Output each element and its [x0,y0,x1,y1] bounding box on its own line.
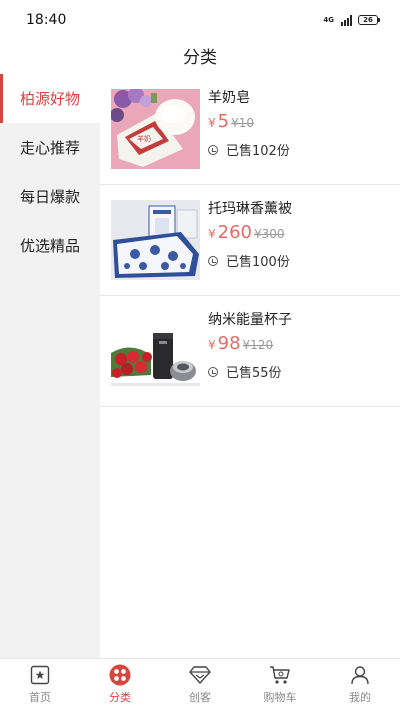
original-price: ¥120 [242,338,274,352]
sold-row: 已售102份 [208,140,290,159]
nav-label: 创客 [189,691,211,704]
price-row: ¥ 98 ¥120 [208,333,273,354]
product-name: 托玛琳香薰被 [208,201,292,217]
original-price: ¥300 [254,227,285,241]
page-header: 分类 [0,40,400,70]
sidebar-item-daily-hot[interactable]: 每日爆款 [0,172,100,221]
sold-count: 已售102份 [226,144,290,159]
currency-symbol: ¥ [208,116,216,130]
price-row: ¥ 260 ¥300 [208,222,285,243]
nav-item-category[interactable]: 分类 [80,659,160,711]
currency-symbol: ¥ [208,227,216,241]
category-sidebar: 柏源好物 走心推荐 每日爆款 优选精品 [0,74,100,658]
product-price: 260 [217,222,252,243]
product-name: 纳米能量杯子 [208,312,292,328]
nav-item-cart[interactable]: 购物车 [240,659,320,711]
nav-label: 我的 [349,691,371,704]
goat-milk-soap-image[interactable]: 羊奶 [111,89,200,169]
product-card[interactable]: 纳米能量杯子 ¥ 98 ¥120 已售55份 [100,296,400,407]
product-card[interactable]: 托玛琳香薰被 ¥ 260 ¥300 已售100份 [100,185,400,296]
product-price: 5 [217,111,230,132]
page-title: 分类 [183,47,217,68]
price-row: ¥ 5 ¥10 [208,111,254,132]
home-icon [29,664,51,686]
battery-icon: 26 [358,15,380,25]
signal-icon [341,14,352,26]
battery-level: 26 [363,16,373,24]
product-list: 羊奶 羊奶皂 ¥ 5 ¥10 已售102份 托玛琳香薰被 ¥ 260 ¥300 … [100,74,400,658]
maker-diamond-icon [189,664,211,686]
nav-item-maker[interactable]: 创客 [160,659,240,711]
product-price: 98 [217,333,241,354]
nav-label: 购物车 [263,691,297,704]
sidebar-item-label: 柏源好物 [20,90,81,108]
status-bar: 18:40 4G 26 [0,0,400,40]
clock-icon [208,144,218,155]
profile-icon [349,664,371,686]
sidebar-item-heartfelt-picks[interactable]: 走心推荐 [0,123,100,172]
clock-icon [208,255,218,266]
nav-label: 首页 [29,691,51,704]
sold-count: 已售100份 [226,255,290,270]
status-time: 18:40 [26,12,67,28]
sidebar-item-premium-selection[interactable]: 优选精品 [0,221,100,270]
currency-symbol: ¥ [208,338,216,352]
original-price: ¥10 [231,116,254,130]
status-indicators: 4G 26 [323,14,380,26]
cart-icon [269,664,291,686]
nav-label: 分类 [109,691,131,704]
nav-item-profile[interactable]: 我的 [320,659,400,711]
sidebar-item-label: 走心推荐 [20,139,81,157]
sold-row: 已售55份 [208,362,282,381]
svg-text:羊奶: 羊奶 [137,134,151,143]
product-name: 羊奶皂 [208,90,250,106]
bottom-nav: 首页 分类 创客 购物车 我的 [0,658,400,711]
category-icon [109,664,131,686]
sidebar-item-baiyuan-goods[interactable]: 柏源好物 [0,74,100,123]
tourmaline-quilt-image[interactable] [111,200,200,280]
sold-row: 已售100份 [208,251,290,270]
nano-energy-cup-image[interactable] [111,311,200,391]
clock-icon [208,366,218,377]
network-type-label: 4G [323,16,334,24]
sidebar-item-label: 每日爆款 [20,188,81,206]
nav-item-home[interactable]: 首页 [0,659,80,711]
sidebar-item-label: 优选精品 [20,237,81,255]
sold-count: 已售55份 [226,366,282,381]
product-card[interactable]: 羊奶 羊奶皂 ¥ 5 ¥10 已售102份 [100,74,400,185]
